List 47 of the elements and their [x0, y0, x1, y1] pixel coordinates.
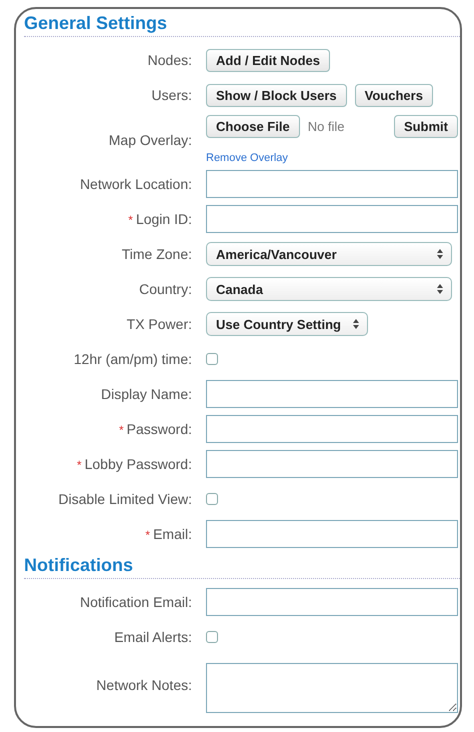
input-field[interactable]: [206, 205, 458, 233]
checkbox[interactable]: [206, 353, 218, 365]
checkbox[interactable]: [206, 631, 218, 643]
field-label: Disable Limited View:: [58, 491, 192, 507]
field-label: Country:: [139, 281, 192, 297]
field-label: Map Overlay:: [108, 132, 192, 148]
input-field[interactable]: [206, 170, 458, 198]
action-button[interactable]: Vouchers: [354, 84, 433, 106]
file-status: No file: [308, 119, 346, 134]
checkbox[interactable]: [206, 493, 218, 505]
required-mark: *: [128, 213, 133, 227]
input-field[interactable]: [206, 588, 458, 616]
remove-overlay-link[interactable]: Remove Overlay: [206, 152, 288, 164]
field-label: Users:: [152, 87, 192, 103]
select-dropdown[interactable]: America/Vancouver: [206, 242, 452, 266]
select-dropdown[interactable]: Use Country Setting: [206, 312, 368, 336]
field-label: Login ID:: [136, 211, 192, 227]
field-label: Network Location:: [80, 176, 192, 192]
input-field[interactable]: [206, 450, 458, 478]
required-mark: *: [145, 528, 150, 542]
field-label: Time Zone:: [122, 246, 192, 262]
updown-arrows-icon: [352, 319, 359, 329]
notes-field[interactable]: [206, 663, 458, 713]
field-label: Email:: [153, 526, 192, 542]
action-button[interactable]: Show / Block Users: [206, 84, 347, 106]
field-label: Lobby Password:: [84, 456, 192, 472]
field-label: Nodes:: [148, 52, 192, 68]
field-label: Password:: [126, 421, 192, 437]
input-field[interactable]: [206, 520, 458, 548]
field-label: Network Notes:: [96, 677, 192, 693]
section-heading: General Settings: [24, 13, 460, 37]
input-field[interactable]: [206, 380, 458, 408]
required-mark: *: [76, 458, 82, 472]
input-field[interactable]: [206, 415, 458, 443]
field-label: Display Name:: [100, 386, 192, 402]
section-heading: Notifications: [24, 555, 460, 579]
required-mark: *: [118, 423, 124, 437]
updown-arrows-icon: [437, 249, 443, 259]
updown-arrows-icon: [437, 284, 443, 294]
action-button[interactable]: Add / Edit Nodes: [206, 48, 330, 72]
field-label: TX Power:: [126, 316, 192, 332]
choose-file-button[interactable]: Choose File: [206, 115, 300, 138]
field-label: Email Alerts:: [114, 629, 192, 645]
select-dropdown[interactable]: Canada: [206, 277, 452, 301]
field-label: Notification Email:: [80, 594, 192, 610]
field-label: 12hr (am/pm) time:: [74, 351, 192, 367]
submit-button[interactable]: Submit: [394, 115, 458, 138]
